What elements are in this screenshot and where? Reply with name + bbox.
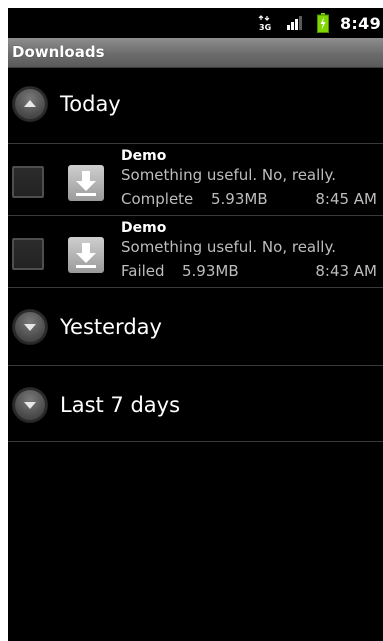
downloads-screen: 3G 8:49 Downloads Today Demo Something u…	[8, 8, 383, 641]
download-size: 5.93MB	[211, 190, 268, 208]
download-item[interactable]: Demo Something useful. No, really. Faile…	[8, 220, 383, 290]
group-header-yesterday[interactable]: Yesterday	[8, 288, 383, 358]
download-status: Complete	[121, 190, 194, 208]
download-title: Demo	[121, 148, 167, 164]
download-time: 8:45 AM	[315, 190, 377, 208]
expand-icon[interactable]	[12, 309, 48, 345]
select-checkbox[interactable]	[12, 238, 44, 270]
signal-strength-icon	[286, 14, 306, 35]
download-icon	[68, 165, 104, 201]
divider	[8, 441, 383, 442]
download-status: Failed	[121, 262, 165, 280]
status-time: 8:49	[340, 14, 381, 33]
3g-data-icon: 3G	[258, 15, 272, 35]
group-label: Yesterday	[60, 315, 162, 339]
download-title: Demo	[121, 220, 167, 236]
collapse-icon[interactable]	[12, 86, 48, 122]
group-label: Today	[60, 92, 121, 116]
group-label: Last 7 days	[60, 393, 181, 417]
download-icon	[68, 237, 104, 273]
download-description: Something useful. No, really.	[121, 166, 336, 184]
svg-text:3G: 3G	[259, 23, 271, 31]
page-title: Downloads	[12, 43, 105, 61]
divider	[8, 143, 383, 144]
expand-icon[interactable]	[12, 387, 48, 423]
battery-charging-icon	[317, 13, 329, 37]
title-bar: Downloads	[8, 38, 383, 68]
group-header-today[interactable]: Today	[8, 68, 383, 138]
divider	[8, 215, 383, 216]
download-item[interactable]: Demo Something useful. No, really. Compl…	[8, 148, 383, 218]
download-size: 5.93MB	[182, 262, 239, 280]
status-bar: 3G 8:49	[8, 8, 383, 38]
download-time: 8:43 AM	[315, 262, 377, 280]
select-checkbox[interactable]	[12, 166, 44, 198]
download-description: Something useful. No, really.	[121, 238, 336, 256]
group-header-last-7-days[interactable]: Last 7 days	[8, 366, 383, 436]
